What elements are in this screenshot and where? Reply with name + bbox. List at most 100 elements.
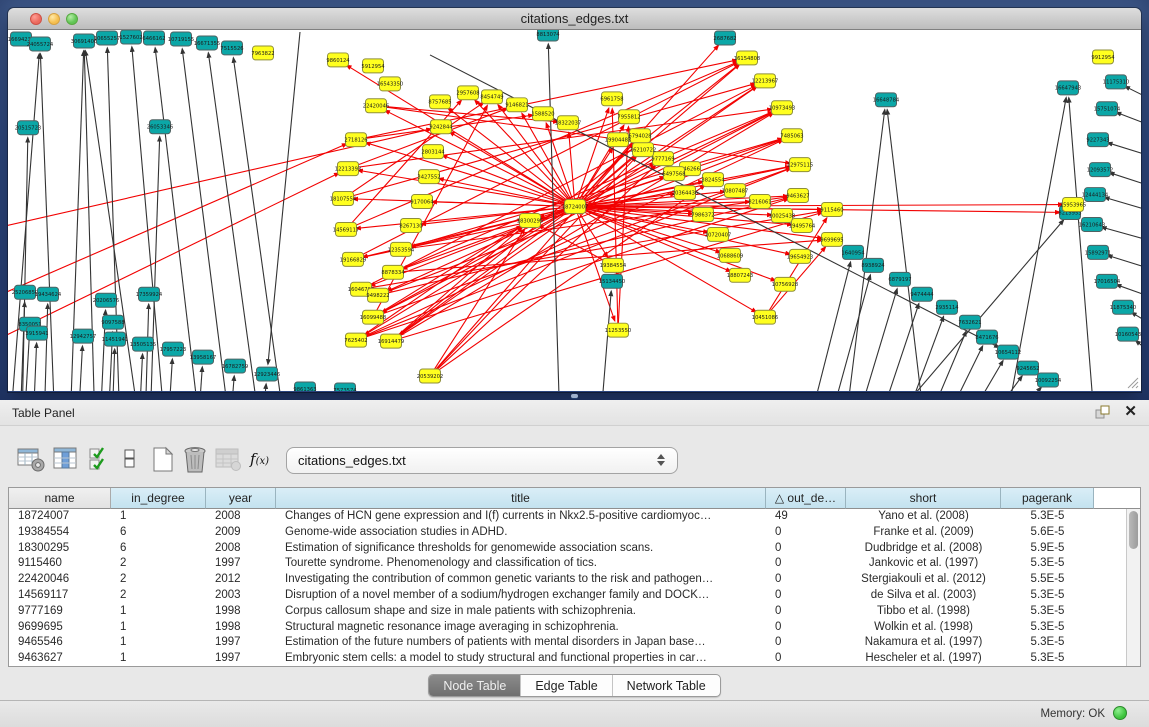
graph-node[interactable]: 8216061: [748, 195, 771, 209]
graph-node[interactable]: 2718126: [344, 133, 367, 147]
graph-node[interactable]: 10973493: [769, 101, 795, 115]
splitter-handle[interactable]: [571, 394, 578, 398]
graph-node[interactable]: 20206576: [93, 293, 119, 307]
graph-node[interactable]: 7986372: [691, 208, 714, 222]
graph-node[interactable]: 10720407: [705, 227, 731, 241]
graph-node[interactable]: 18107554: [330, 192, 357, 206]
column-header-pagerank[interactable]: pagerank: [1001, 488, 1094, 509]
graph-node[interactable]: 3824554: [701, 173, 725, 187]
graph-node[interactable]: 9474444: [910, 287, 934, 301]
table-row[interactable]: 2242004622012Investigating the contribut…: [9, 572, 1140, 588]
column-header-title[interactable]: title: [276, 488, 766, 509]
graph-node[interactable]: 5912954: [361, 59, 385, 73]
graph-node[interactable]: 22420046: [363, 99, 389, 113]
graph-node[interactable]: 19495764: [789, 218, 816, 232]
graph-node[interactable]: 9777169: [651, 152, 674, 166]
graph-node[interactable]: 9463627: [786, 189, 809, 203]
graph-node[interactable]: 20515723: [15, 121, 41, 135]
graph-node[interactable]: 8938924: [861, 258, 885, 272]
graph-node[interactable]: 13505135: [130, 337, 156, 351]
graph-node[interactable]: 10160543: [1115, 327, 1141, 341]
graph-node[interactable]: 17359924: [136, 287, 163, 301]
graph-node[interactable]: 9912954: [1091, 50, 1115, 64]
close-panel-icon[interactable]: ✕: [1124, 403, 1137, 421]
graph-node[interactable]: 9170064: [410, 195, 434, 209]
graph-node[interactable]: 10688609: [717, 248, 743, 262]
graph-node[interactable]: 10756928: [772, 277, 798, 291]
graph-node[interactable]: 6497568: [662, 167, 685, 181]
table-vertical-scrollbar[interactable]: [1126, 509, 1140, 666]
graph-node[interactable]: 6466162: [142, 31, 165, 45]
graph-node[interactable]: 10451086: [752, 310, 778, 324]
graph-node[interactable]: 9115460: [820, 203, 843, 217]
graph-node[interactable]: 16648784: [873, 93, 900, 107]
graph-node[interactable]: 19166829: [340, 252, 366, 266]
graph-node[interactable]: 9860124: [326, 53, 350, 67]
graph-node[interactable]: 12942757: [70, 329, 96, 343]
window-titlebar[interactable]: citations_edges.txt: [8, 8, 1141, 30]
graph-node[interactable]: 9242844: [429, 120, 453, 134]
graph-node[interactable]: 12975115: [787, 158, 813, 172]
graph-node[interactable]: 15953965: [1060, 198, 1086, 212]
graph-node[interactable]: 3427552: [417, 170, 440, 184]
graph-node[interactable]: 8454749: [480, 90, 503, 104]
graph-node[interactable]: 7515526: [220, 41, 243, 55]
citation-network-graph[interactable]: 1669423324055724306914061065525715276026…: [8, 30, 1141, 391]
network-canvas[interactable]: 1669423324055724306914061065525715276026…: [8, 30, 1141, 391]
graph-node[interactable]: 16210722: [630, 143, 656, 157]
graph-node[interactable]: 8813074: [536, 30, 560, 41]
graph-node[interactable]: 11451941: [102, 332, 128, 346]
graph-node[interactable]: 9146821: [505, 98, 528, 112]
window-resize-handle[interactable]: [1125, 375, 1139, 389]
graph-node[interactable]: 9097588: [101, 315, 124, 329]
table-row[interactable]: 1872400712008Changes of HCN gene express…: [9, 509, 1140, 525]
graph-node[interactable]: 18724007: [562, 200, 588, 214]
table-row[interactable]: 977716911998Corpus callosum shape and si…: [9, 604, 1140, 620]
graph-node[interactable]: 15751074: [1094, 102, 1121, 116]
table-row[interactable]: 946554611997Estimation of the future num…: [9, 635, 1140, 651]
graph-node[interactable]: 2803144: [421, 145, 445, 159]
graph-node[interactable]: 1640954: [841, 245, 865, 259]
graph-node[interactable]: 15134450: [599, 274, 625, 288]
tab-network-table[interactable]: Network Table: [613, 675, 720, 696]
graph-node[interactable]: 8878334: [381, 265, 405, 279]
table-row[interactable]: 969969511998Structural magnetic resonanc…: [9, 620, 1140, 636]
graph-node[interactable]: 9498222: [366, 288, 389, 302]
graph-node[interactable]: 10807487: [722, 184, 748, 198]
graph-node[interactable]: 11253550: [605, 323, 631, 337]
column-header-outde[interactable]: △ out_de…: [766, 488, 846, 509]
graph-node[interactable]: 10092254: [1035, 373, 1062, 387]
graph-node[interactable]: 7955812: [617, 110, 640, 124]
graph-node[interactable]: 19654923: [787, 249, 813, 263]
graph-node[interactable]: 3915941: [25, 326, 48, 340]
graph-node[interactable]: 13958167: [190, 350, 216, 364]
table-settings-icon[interactable]: [16, 445, 46, 478]
graph-node[interactable]: 10655257: [94, 31, 120, 45]
compact-rows-icon[interactable]: [122, 445, 138, 478]
graph-node[interactable]: 12444134: [1082, 188, 1109, 202]
function-builder-icon[interactable]: f(x): [250, 450, 269, 468]
graph-node[interactable]: 16914479: [378, 334, 404, 348]
graph-node[interactable]: 6879197: [888, 272, 911, 286]
graph-node[interactable]: 7632621: [958, 315, 981, 329]
graph-node[interactable]: 14569117: [333, 222, 359, 236]
graph-node[interactable]: 18322037: [555, 116, 581, 130]
graph-node[interactable]: 11875340: [1110, 300, 1136, 314]
graph-node[interactable]: 10654112: [995, 345, 1021, 359]
column-visibility-icon[interactable]: [52, 445, 80, 478]
graph-node[interactable]: 8471676: [975, 330, 998, 344]
table-row[interactable]: 1456911722003Disruption of a novel membe…: [9, 588, 1140, 604]
graph-node[interactable]: 7485063: [780, 129, 803, 143]
tab-edge-table[interactable]: Edge Table: [521, 675, 612, 696]
column-header-short[interactable]: short: [846, 488, 1001, 509]
graph-node[interactable]: 17016504: [1094, 274, 1121, 288]
graph-node[interactable]: 19384554: [600, 258, 627, 272]
graph-node[interactable]: 7963822: [251, 46, 274, 60]
float-panel-icon[interactable]: [1095, 405, 1111, 425]
column-header-year[interactable]: year: [206, 488, 276, 509]
graph-node[interactable]: 6961758: [600, 92, 623, 106]
graph-node[interactable]: 20539202: [417, 369, 443, 383]
new-document-icon[interactable]: [150, 445, 176, 480]
graph-node[interactable]: 19434624: [35, 287, 62, 301]
graph-node[interactable]: 12353594: [388, 242, 415, 256]
